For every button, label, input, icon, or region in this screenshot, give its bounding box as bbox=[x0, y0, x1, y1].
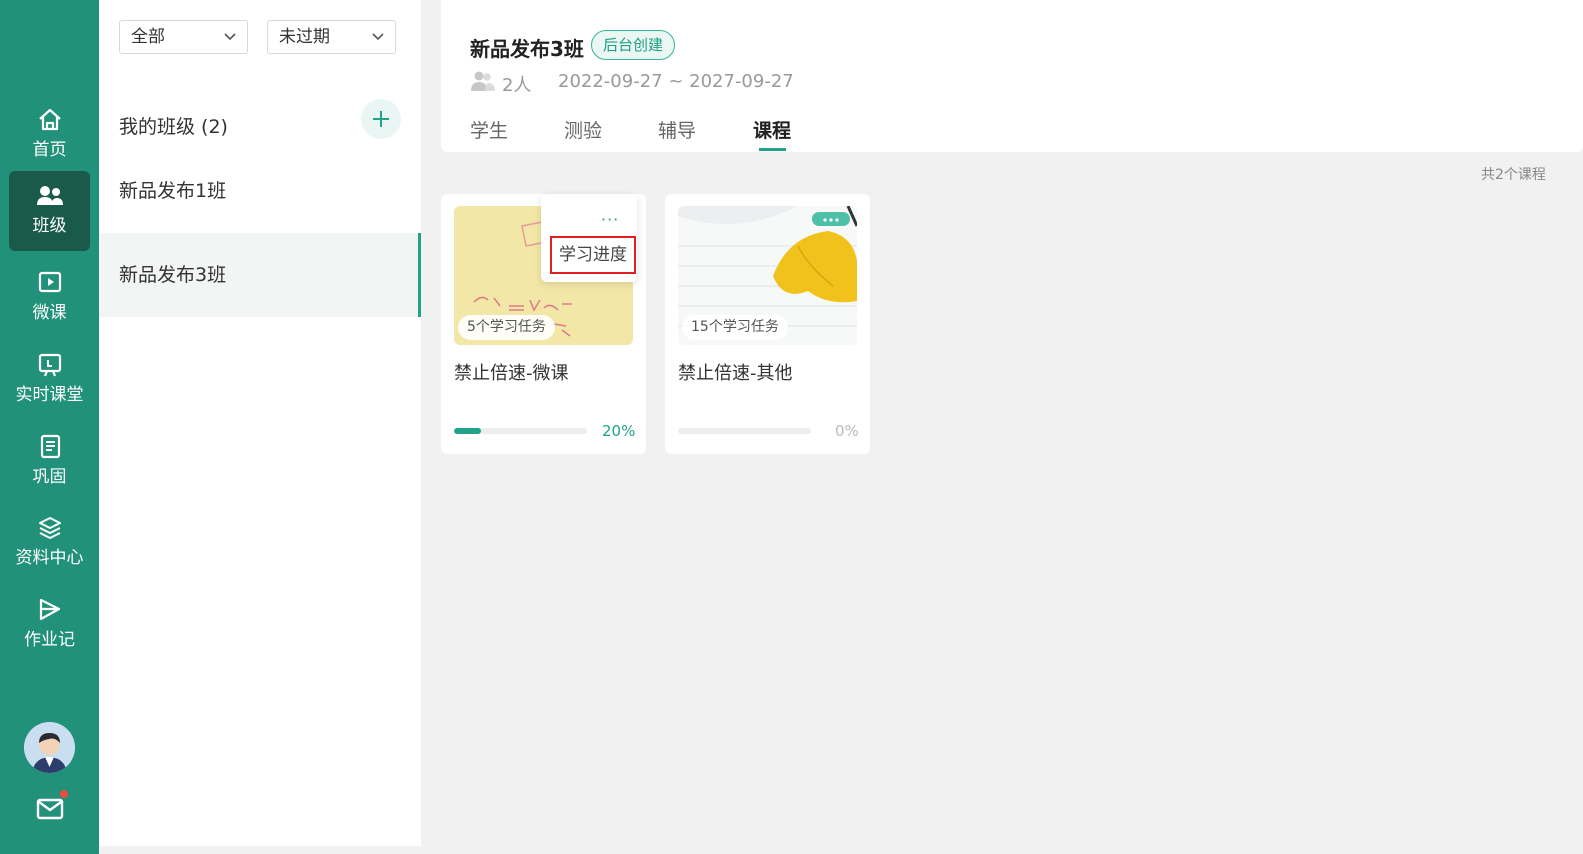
left-nav: 首页 班级 微课 实时课堂 巩固 资料中心 作业记 bbox=[0, 0, 99, 854]
chevron-down-icon bbox=[224, 33, 236, 41]
scope-select-value: 全部 bbox=[131, 27, 165, 47]
more-options-button[interactable]: ··· bbox=[601, 210, 619, 229]
nav-item-consolidate[interactable]: 巩固 bbox=[9, 422, 90, 502]
learning-progress-menu-item[interactable]: 学习进度 bbox=[550, 236, 636, 274]
course-title: 禁止倍速-微课 bbox=[454, 363, 569, 384]
tab-students[interactable]: 学生 bbox=[470, 116, 508, 143]
nav-item-live-class[interactable]: 实时课堂 bbox=[9, 340, 90, 420]
notebook-icon bbox=[40, 434, 60, 459]
class-list-panel: 全部 未过期 我的班级 (2) 新品发布1班 新品发布3班 bbox=[99, 0, 421, 846]
nav-item-resource-center[interactable]: 资料中心 bbox=[9, 503, 90, 583]
mail-icon[interactable] bbox=[36, 797, 64, 821]
tab-quiz[interactable]: 测验 bbox=[564, 116, 602, 143]
progress-bar bbox=[454, 428, 587, 434]
nav-label: 资料中心 bbox=[15, 548, 84, 568]
nav-label: 微课 bbox=[32, 303, 67, 323]
active-tab-indicator bbox=[759, 148, 786, 151]
class-title: 新品发布3班 bbox=[470, 37, 584, 61]
nav-item-micro-course[interactable]: 微课 bbox=[9, 258, 90, 338]
progress-percent: 0% bbox=[835, 422, 859, 440]
course-options-popover: ··· 学习进度 bbox=[541, 194, 637, 282]
micro-course-icon bbox=[38, 271, 61, 293]
live-class-icon bbox=[38, 353, 61, 377]
nav-label: 作业记 bbox=[24, 630, 75, 650]
home-icon bbox=[38, 108, 61, 131]
scope-select[interactable]: 全部 bbox=[119, 20, 248, 54]
tab-tutoring[interactable]: 辅导 bbox=[658, 116, 696, 143]
add-class-button[interactable] bbox=[361, 99, 401, 139]
class-item[interactable]: 新品发布1班 bbox=[99, 149, 421, 233]
progress-bar bbox=[678, 428, 811, 434]
nav-label: 巩固 bbox=[32, 467, 67, 487]
people-icon bbox=[471, 71, 495, 91]
nav-item-homework[interactable]: 作业记 bbox=[9, 585, 90, 665]
progress-fill bbox=[454, 428, 481, 434]
course-card[interactable]: 15个学习任务 禁止倍速-其他 0% bbox=[665, 194, 870, 454]
notification-dot bbox=[60, 790, 68, 798]
homework-icon bbox=[39, 598, 60, 621]
progress-percent: 20% bbox=[602, 422, 636, 440]
nav-label: 首页 bbox=[32, 140, 67, 160]
nav-label: 班级 bbox=[32, 216, 67, 236]
class-people-icon bbox=[36, 186, 63, 205]
task-count: 15个学习任务 bbox=[682, 315, 788, 340]
nav-label: 实时课堂 bbox=[15, 385, 84, 405]
layers-icon bbox=[38, 517, 61, 539]
nav-item-home[interactable]: 首页 bbox=[9, 95, 90, 175]
status-select[interactable]: 未过期 bbox=[267, 20, 396, 54]
class-header: 新品发布3班 后台创建 2人 2022-09-27 ~ 2027-09-27 学… bbox=[441, 0, 1583, 152]
plus-icon bbox=[373, 111, 389, 127]
course-title: 禁止倍速-其他 bbox=[678, 363, 793, 384]
task-count: 5个学习任务 bbox=[458, 315, 555, 340]
tab-courses[interactable]: 课程 bbox=[753, 116, 791, 143]
nav-item-class[interactable]: 班级 bbox=[9, 171, 90, 251]
user-avatar[interactable] bbox=[24, 722, 75, 773]
more-options-button[interactable] bbox=[812, 212, 850, 226]
source-badge: 后台创建 bbox=[591, 30, 676, 60]
ellipsis-icon bbox=[823, 218, 839, 222]
chevron-down-icon bbox=[372, 33, 384, 41]
status-select-value: 未过期 bbox=[279, 27, 330, 47]
member-count: 2人 bbox=[502, 75, 532, 96]
course-total: 共2个课程 bbox=[1481, 167, 1546, 183]
avatar-person-icon bbox=[24, 722, 75, 773]
class-item-selected[interactable]: 新品发布3班 bbox=[99, 233, 421, 317]
class-date-range: 2022-09-27 ~ 2027-09-27 bbox=[558, 71, 794, 92]
my-classes-heading: 我的班级 (2) bbox=[119, 116, 228, 138]
